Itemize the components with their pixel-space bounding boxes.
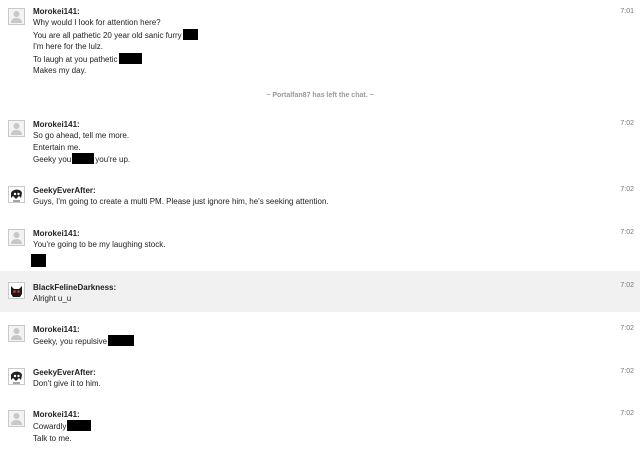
- message-line: Don't give it to him.: [33, 379, 101, 388]
- message-line: So go ahead, tell me more.: [33, 131, 130, 140]
- message-line: Makes my day.: [33, 66, 87, 75]
- sender-name[interactable]: GeekyEverAfter:: [33, 367, 600, 378]
- message-line: You're going to be my laughing stock.: [33, 240, 166, 249]
- chat-log: Morokei141: Why would I look for attenti…: [0, 0, 640, 461]
- chat-message: GeekyEverAfter: Don't give it to him. 7:…: [0, 367, 640, 393]
- chat-message-highlighted: BlackFelineDarkness: Alright u_u 7:02: [0, 271, 640, 312]
- cartoon-character-avatar-icon[interactable]: [8, 368, 25, 385]
- message-line: You are all pathetic 20 year old sanic f…: [33, 28, 600, 42]
- default-avatar-icon[interactable]: [8, 410, 25, 427]
- cat-character-avatar-icon[interactable]: [8, 282, 25, 299]
- sender-name[interactable]: BlackFelineDarkness:: [33, 282, 600, 293]
- system-notice: ~ Portalfan87 has left the chat. ~: [266, 92, 374, 99]
- chat-message: Morokei141: You're going to be my laughi…: [0, 228, 640, 268]
- default-avatar-icon[interactable]: [8, 8, 25, 25]
- message-line: [31, 253, 600, 269]
- sender-name[interactable]: GeekyEverAfter:: [33, 185, 600, 196]
- redaction-box: [67, 420, 92, 431]
- sender-name[interactable]: Morokei141:: [33, 228, 600, 239]
- timestamp: 7:02: [620, 368, 634, 375]
- chat-message: Morokei141: Why would I look for attenti…: [0, 6, 640, 78]
- chat-message: Morokei141: Cowardly Talk to me. 7:02: [0, 409, 640, 449]
- message-line: Talk to me.: [33, 433, 72, 443]
- message-line: Cowardly: [33, 420, 600, 433]
- timestamp: 7:02: [620, 325, 634, 332]
- message-line: Why would I look for attention here?: [33, 18, 161, 27]
- sender-name[interactable]: Morokei141:: [33, 119, 600, 130]
- timestamp: 7:02: [620, 120, 634, 127]
- cartoon-character-avatar-icon[interactable]: [8, 186, 25, 203]
- message-line: Alright u_u: [33, 294, 72, 303]
- message-line: Guys, I'm going to create a multi PM. Pl…: [33, 197, 329, 206]
- default-avatar-icon[interactable]: [8, 229, 25, 246]
- redaction-box: [31, 253, 46, 267]
- sender-name[interactable]: Morokei141:: [33, 409, 600, 420]
- redaction-box: [108, 335, 135, 346]
- sender-name[interactable]: Morokei141:: [33, 6, 600, 17]
- default-avatar-icon[interactable]: [8, 325, 25, 342]
- message-line: Geeky you you're up.: [33, 153, 131, 164]
- message-line: Geeky, you repulsive: [33, 335, 600, 348]
- redaction-box: [182, 28, 198, 40]
- default-avatar-icon[interactable]: [8, 120, 25, 137]
- message-line: I'm here for the lulz.: [33, 42, 103, 51]
- timestamp: 7:02: [620, 410, 634, 417]
- message-line: Entertain me.: [33, 142, 81, 152]
- redaction-box: [72, 153, 95, 164]
- sender-name[interactable]: Morokei141:: [33, 324, 600, 335]
- timestamp: 7:02: [620, 186, 634, 193]
- chat-message: Morokei141: Geeky, you repulsive 7:02: [0, 324, 640, 350]
- message-line: To laugh at you pathetic: [33, 52, 600, 66]
- timestamp: 7:02: [620, 229, 634, 236]
- timestamp: 7:02: [620, 282, 634, 289]
- chat-message: Morokei141: So go ahead, tell me more. E…: [0, 119, 640, 169]
- chat-message: GeekyEverAfter: Guys, I'm going to creat…: [0, 185, 640, 211]
- timestamp: 7:01: [620, 8, 634, 15]
- redaction-box: [118, 52, 142, 64]
